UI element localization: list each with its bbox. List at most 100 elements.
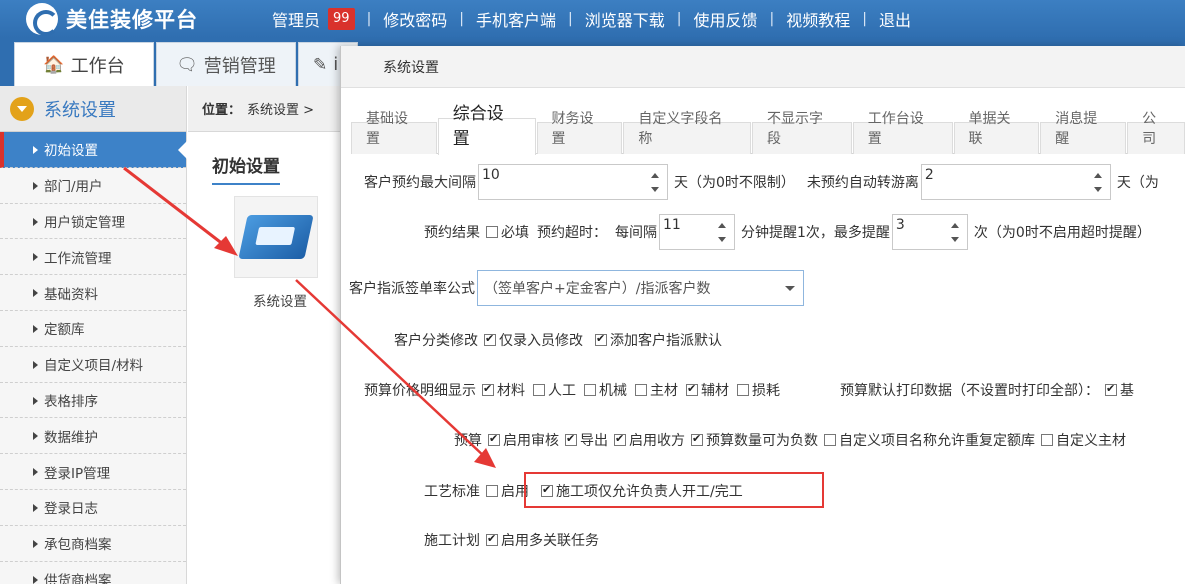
tab-general-settings[interactable]: 综合设置 <box>437 104 536 155</box>
sidebar-item-label: 自定义项目/材料 <box>44 358 144 375</box>
sidebar-item-login-log[interactable]: 登录日志 <box>0 490 186 526</box>
nav-separator: | <box>568 11 573 27</box>
max-reminders-stepper[interactable]: 3 <box>891 214 968 250</box>
stepper-down-icon[interactable] <box>950 237 959 242</box>
logo: 美佳装修平台 <box>26 3 198 36</box>
sidebar-item-user-lock[interactable]: 用户锁定管理 <box>0 204 186 240</box>
tab-marketing[interactable]: 🗨 营销管理 <box>156 42 296 86</box>
negative-quantity-checkbox[interactable] <box>691 432 703 446</box>
export-label: 导出 <box>580 433 608 449</box>
labor-checkbox[interactable] <box>533 384 545 396</box>
nav-mobile-client[interactable]: 手机客户端 <box>476 7 556 31</box>
sidebar-item-label: 数据维护 <box>44 429 98 446</box>
material-checkbox[interactable] <box>482 382 494 396</box>
assign-default-checkbox[interactable] <box>595 332 607 346</box>
nav-change-password[interactable]: 修改密码 <box>383 7 447 31</box>
enable-receipt-checkbox[interactable] <box>614 432 626 446</box>
enable-process-checkbox[interactable] <box>486 485 498 497</box>
multi-task-checkbox[interactable] <box>486 532 498 546</box>
caret-right-icon <box>33 575 38 584</box>
tab-label: i <box>333 54 339 75</box>
nav-separator: | <box>366 11 372 27</box>
sidebar-item-basic-data[interactable]: 基础资料 <box>0 275 186 311</box>
tab-finance-settings[interactable]: 财务设置 <box>536 111 623 154</box>
stepper-value: 11 <box>663 217 681 233</box>
budget-print-checkbox[interactable] <box>1105 382 1117 396</box>
nav-feedback[interactable]: 使用反馈 <box>693 7 757 31</box>
sidebar-item-initial-settings[interactable]: 初始设置 <box>0 132 187 168</box>
appointment-interval-stepper[interactable]: 10 <box>478 164 668 200</box>
machinery-checkbox[interactable] <box>584 384 596 396</box>
export-checkbox[interactable] <box>565 432 577 446</box>
notification-badge[interactable]: 99 <box>328 8 355 30</box>
stepper-down-icon[interactable] <box>718 237 726 242</box>
home-icon: 🏠 <box>43 54 65 75</box>
row-customer-category: 客户分类修改 仅录入员修改 添加客户指派默认 <box>394 330 722 350</box>
nav-browser-download[interactable]: 浏览器下载 <box>585 7 665 31</box>
breadcrumb-value[interactable]: 系统设置 > <box>247 99 314 118</box>
tab-basic-settings[interactable]: 基础设置 <box>351 111 437 154</box>
enable-receipt-label: 启用收方 <box>629 433 685 449</box>
stepper-down-icon[interactable] <box>651 187 659 192</box>
sign-rate-formula-select[interactable]: （签单客户+定金客户）/指派客户数 <box>477 270 804 306</box>
tab-workbench[interactable]: 🏠 工作台 <box>14 42 154 86</box>
multi-task-label: 启用多关联任务 <box>501 533 599 549</box>
main-material-checkbox[interactable] <box>635 384 647 396</box>
settings-window-icon <box>238 215 314 259</box>
sidebar-item-label: 供货商档案 <box>44 572 112 584</box>
sidebar-item-data-maintenance[interactable]: 数据维护 <box>0 418 186 455</box>
stepper-up-icon[interactable] <box>718 223 726 228</box>
stepper-down-icon[interactable] <box>1093 187 1102 192</box>
sidebar-item-custom-items[interactable]: 自定义项目/材料 <box>0 347 186 383</box>
tab-workbench-settings[interactable]: 工作台设置 <box>852 111 953 154</box>
assign-default-label: 添加客户指派默认 <box>610 333 722 349</box>
auto-transfer-stepper[interactable]: 2 <box>920 164 1111 200</box>
sidebar-header[interactable]: 系统设置 <box>0 86 186 132</box>
chevron-down-icon <box>785 286 795 291</box>
stepper-up-icon[interactable] <box>651 173 659 178</box>
required-checkbox[interactable] <box>486 226 498 238</box>
stepper-up-icon[interactable] <box>950 223 959 228</box>
enable-review-checkbox[interactable] <box>488 432 500 446</box>
entry-only-checkbox[interactable] <box>484 332 496 346</box>
top-bar: 美佳装修平台 管理员 99 | 修改密码 | 手机客户端 | 浏览器下载 | 使… <box>0 0 1185 38</box>
nav-video-tutorial[interactable]: 视频教程 <box>786 7 850 31</box>
tab-hidden-fields[interactable]: 不显示字段 <box>752 111 852 154</box>
sidebar-item-label: 定额库 <box>44 322 85 339</box>
construction-plan-label: 施工计划 <box>424 533 480 549</box>
tab-message-reminder[interactable]: 消息提醒 <box>1040 111 1127 154</box>
tab-company[interactable]: 公司 <box>1127 111 1185 154</box>
stepper-up-icon[interactable] <box>1093 173 1102 178</box>
row-construction-plan: 施工计划 启用多关联任务 <box>424 530 599 550</box>
timeout-minutes-stepper[interactable]: 11 <box>659 214 735 250</box>
allow-duplicate-checkbox[interactable] <box>824 434 836 446</box>
tile-label[interactable]: 系统设置 <box>230 290 330 310</box>
sidebar-item-label: 登录IP管理 <box>44 465 111 482</box>
sidebar-item-label: 基础资料 <box>44 286 98 303</box>
tab-custom-field-names[interactable]: 自定义字段名称 <box>623 111 751 154</box>
tab-document-links[interactable]: 单据关联 <box>953 111 1040 154</box>
reminder-mid-label: 分钟提醒1次，最多提醒 <box>741 225 890 241</box>
auto-transfer-label: 未预约自动转游离 <box>806 175 919 191</box>
caret-right-icon <box>33 468 38 477</box>
sidebar-item-quota-library[interactable]: 定额库 <box>0 311 186 347</box>
sidebar-item-suppliers[interactable]: 供货商档案 <box>0 562 186 584</box>
sidebar-item-departments[interactable]: 部门/用户 <box>0 168 186 204</box>
row-appointment-result: 预约结果 必填 预约超时： 每间隔 11 分钟提醒1次，最多提醒 3 次（为0时… <box>424 214 1151 250</box>
loss-checkbox[interactable] <box>737 384 749 396</box>
row-appointment-interval: 客户预约最大间隔 10 天（为0时不限制） 未预约自动转游离 2 天（为 <box>364 164 1159 200</box>
custom-main-material-checkbox[interactable] <box>1041 434 1053 446</box>
sidebar-item-table-sort[interactable]: 表格排序 <box>0 383 186 419</box>
nav-admin[interactable]: 管理员 <box>272 7 320 31</box>
sidebar-item-label: 用户锁定管理 <box>44 214 125 231</box>
sidebar-item-login-ip[interactable]: 登录IP管理 <box>0 454 186 490</box>
caret-right-icon <box>33 396 38 405</box>
caret-right-icon <box>33 289 38 298</box>
caret-right-icon <box>33 253 38 262</box>
nav-logout[interactable]: 退出 <box>879 7 911 31</box>
aux-material-checkbox[interactable] <box>686 382 698 396</box>
sidebar-item-contractors[interactable]: 承包商档案 <box>0 526 186 562</box>
system-settings-tile[interactable] <box>234 196 318 278</box>
highlight-box <box>524 472 824 508</box>
sidebar-item-workflow[interactable]: 工作流管理 <box>0 239 186 276</box>
